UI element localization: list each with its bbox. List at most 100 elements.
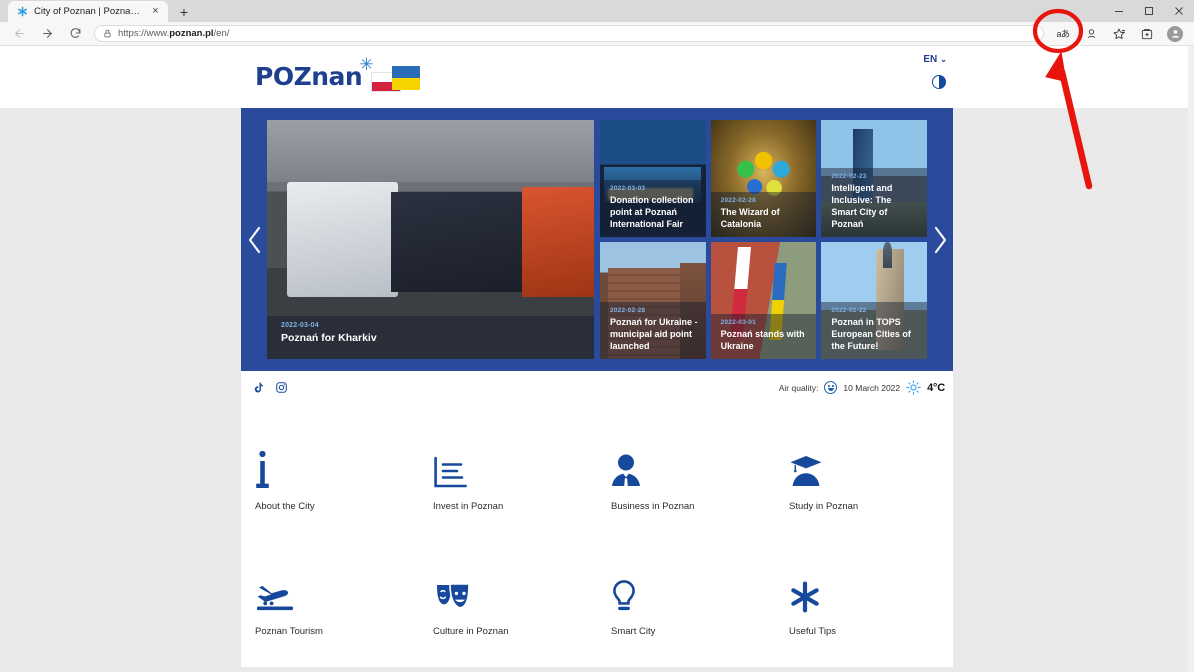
carousel-next-button[interactable] xyxy=(927,120,953,359)
tile-date: 2022-02-28 xyxy=(720,197,756,204)
browser-tab[interactable]: City of Poznan | Poznan.pl × xyxy=(8,1,168,22)
hero-section: 2022-03-04 Poznań for Kharkiv 2022-03-03… xyxy=(0,108,1194,371)
read-aloud-button[interactable]: aあ xyxy=(1050,23,1076,45)
shortcut-invest-in-poznan[interactable]: Invest in Poznan xyxy=(419,448,597,512)
maximize-button[interactable] xyxy=(1134,0,1164,22)
info-bar-section: Air quality: 10 March 2022 4°C xyxy=(0,371,1194,404)
shortcut-label: Useful Tips xyxy=(789,626,836,637)
profile-icon[interactable] xyxy=(1162,23,1188,45)
logo-wordmark: POZnan ✳ xyxy=(255,55,374,91)
shortcut-study-in-poznan[interactable]: Study in Poznan xyxy=(775,448,953,512)
tile-date: 2022-03-01 xyxy=(720,319,756,326)
carousel-tile[interactable]: 2022-03-03 Donation collection point at … xyxy=(600,120,706,237)
shortcut-culture-in-poznan[interactable]: Culture in Poznan xyxy=(419,573,597,637)
language-selector[interactable]: EN ⌄ xyxy=(923,54,947,65)
tiktok-icon[interactable] xyxy=(251,381,265,395)
slide-date: 2022-03-04 xyxy=(281,322,319,329)
favorites-icon[interactable] xyxy=(1106,23,1132,45)
minimize-button[interactable] xyxy=(1104,0,1134,22)
carousel-tile[interactable]: 2022-02-23 Intelligent and Inclusive: Th… xyxy=(821,120,928,237)
shortcuts-section: About the City Invest in Poznan Business… xyxy=(0,404,1194,667)
theater-masks-icon xyxy=(433,573,597,613)
shortcut-about-the-city[interactable]: About the City xyxy=(241,448,419,512)
shortcut-poznan-tourism[interactable]: Poznan Tourism xyxy=(241,573,419,637)
tile-date: 2022-03-03 xyxy=(610,185,646,192)
instagram-icon[interactable] xyxy=(274,381,288,395)
shortcut-label: Poznan Tourism xyxy=(255,626,323,637)
site-header: POZnan ✳ EN ⌄ xyxy=(0,46,1194,108)
slide-caption: 2022-03-04 Poznań for Kharkiv xyxy=(267,316,594,359)
shortcut-label: Business in Poznan xyxy=(611,501,695,512)
tile-title: Poznań stands with Ukraine xyxy=(720,329,805,351)
shortcut-business-in-poznan[interactable]: Business in Poznan xyxy=(597,448,775,512)
tab-strip: City of Poznan | Poznan.pl × + xyxy=(0,0,1194,22)
shortcuts-grid: About the City Invest in Poznan Business… xyxy=(241,404,953,667)
news-carousel: 2022-03-04 Poznań for Kharkiv 2022-03-03… xyxy=(241,108,953,371)
tile-title: The Wizard of Catalonia xyxy=(720,207,780,229)
flags-group xyxy=(371,66,421,92)
carousel-main-slide[interactable]: 2022-03-04 Poznań for Kharkiv xyxy=(267,120,594,359)
carousel-prev-button[interactable] xyxy=(241,120,267,359)
carousel-tile[interactable]: 2022-02-28 Poznań for Ukraine - municipa… xyxy=(600,242,706,359)
smiley-good-icon[interactable] xyxy=(824,381,838,394)
air-quality-label: Air quality: xyxy=(778,382,819,393)
tile-date: 2022-02-22 xyxy=(831,307,867,314)
browser-window: City of Poznan | Poznan.pl × + https://w… xyxy=(0,0,1194,672)
chevron-down-icon: ⌄ xyxy=(940,55,947,64)
shortcut-label: Culture in Poznan xyxy=(433,626,509,637)
carousel-tile[interactable]: 2022-02-22 Poznań in TOPS European Citie… xyxy=(821,242,928,359)
current-date: 10 March 2022 xyxy=(843,382,901,393)
shortcut-useful-tips[interactable]: Useful Tips xyxy=(775,573,953,637)
shortcut-label: Invest in Poznan xyxy=(433,501,504,512)
tile-title: Poznań in TOPS European Cities of the Fu… xyxy=(831,317,911,351)
tile-date: 2022-02-23 xyxy=(831,173,867,180)
window-controls xyxy=(1104,0,1194,22)
tile-title: Donation collection point at Poznań Inte… xyxy=(610,195,694,229)
tab-title: City of Poznan | Poznan.pl xyxy=(34,6,143,17)
slide-title: Poznań for Kharkiv xyxy=(281,332,377,344)
air-weather-widget: Air quality: 10 March 2022 4°C xyxy=(779,380,945,395)
reload-button[interactable] xyxy=(62,23,88,45)
businessperson-icon xyxy=(611,448,775,488)
page-scrollbar[interactable] xyxy=(1188,46,1194,672)
avatar xyxy=(1167,25,1183,42)
shortcut-label: Study in Poznan xyxy=(789,501,859,512)
shortcut-label: About the City xyxy=(255,501,315,512)
new-tab-button[interactable]: + xyxy=(173,2,195,22)
asterisk-icon xyxy=(789,573,953,613)
shortcuts-row: Poznan Tourism Culture in Poznan Smart C… xyxy=(241,573,953,637)
shortcut-label: Smart City xyxy=(611,626,656,637)
browser-toolbar: https://www.poznan.pl/en/ aあ xyxy=(0,22,1194,46)
info-icon xyxy=(255,448,419,488)
add-to-collections-icon[interactable] xyxy=(1078,23,1104,45)
close-window-button[interactable] xyxy=(1164,0,1194,22)
bar-chart-icon xyxy=(433,448,597,488)
close-icon[interactable]: × xyxy=(149,5,162,18)
page-viewport: POZnan ✳ EN ⌄ 2022-03-04 Poznań for Khar… xyxy=(0,46,1194,672)
plane-landing-icon xyxy=(255,573,419,613)
carousel-tile[interactable]: 2022-03-01 Poznań stands with Ukraine xyxy=(710,242,817,359)
site-info-icon[interactable] xyxy=(103,29,112,38)
tile-title: Poznań for Ukraine - municipal aid point… xyxy=(610,317,698,351)
address-bar[interactable]: https://www.poznan.pl/en/ xyxy=(94,25,1044,42)
asterisk-icon xyxy=(17,6,28,17)
carousel-tile-grid: 2022-03-03 Donation collection point at … xyxy=(594,120,928,359)
forward-button[interactable] xyxy=(34,23,60,45)
info-bar: Air quality: 10 March 2022 4°C xyxy=(241,371,953,404)
collections-icon[interactable] xyxy=(1134,23,1160,45)
graduate-icon xyxy=(789,448,953,488)
carousel-tile[interactable]: 2022-02-28 The Wizard of Catalonia xyxy=(710,120,817,237)
url-text: https://www.poznan.pl/en/ xyxy=(118,28,230,39)
site-logo[interactable]: POZnan ✳ xyxy=(255,55,421,92)
language-current: EN xyxy=(923,54,938,65)
shortcuts-row: About the City Invest in Poznan Business… xyxy=(241,448,953,512)
sun-icon xyxy=(906,380,921,395)
tile-title: Intelligent and Inclusive: The Smart Cit… xyxy=(831,183,893,229)
lightbulb-icon xyxy=(611,573,775,613)
tile-date: 2022-02-28 xyxy=(610,307,646,314)
back-button[interactable] xyxy=(6,23,32,45)
temperature-value: 4°C xyxy=(927,381,945,394)
social-links xyxy=(251,381,288,395)
contrast-toggle-icon[interactable] xyxy=(932,75,946,89)
shortcut-smart-city[interactable]: Smart City xyxy=(597,573,775,637)
